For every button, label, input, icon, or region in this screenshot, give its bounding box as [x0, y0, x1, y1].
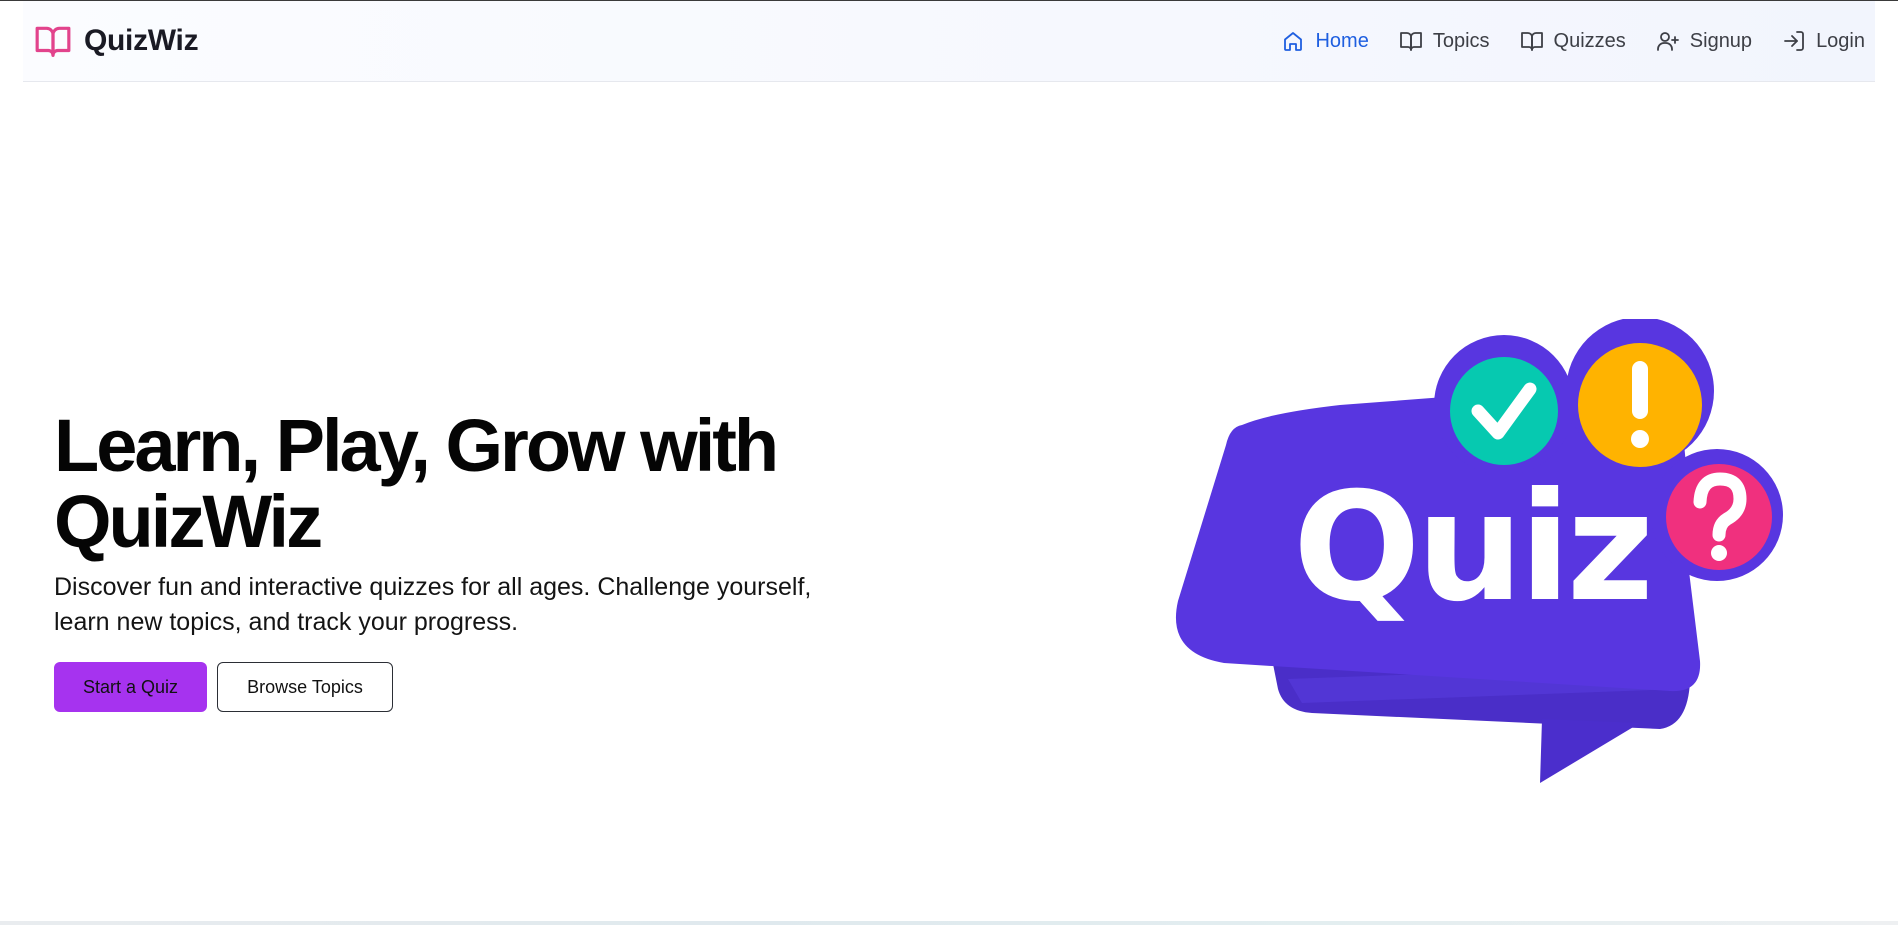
- exclamation-icon: [1632, 361, 1648, 419]
- user-plus-icon: [1656, 32, 1679, 51]
- login-arrow-icon: [1784, 31, 1804, 51]
- question-mark-dot: [1711, 545, 1727, 561]
- nav-item-label: Signup: [1689, 29, 1753, 52]
- nav-item-home[interactable]: Home: [1281, 29, 1369, 53]
- hero-title: Learn, Play, Grow with QuizWiz: [54, 404, 779, 563]
- brand-logo-link[interactable]: QuizWiz: [34, 22, 199, 60]
- open-book-icon: [1520, 32, 1543, 51]
- exclamation-dot: [1631, 430, 1649, 448]
- start-quiz-button[interactable]: Start a Quiz: [54, 662, 207, 712]
- bubble-tail-shape: [1540, 719, 1640, 783]
- nav-item-topics[interactable]: Topics: [1399, 29, 1490, 53]
- hero-subtitle: Discover fun and interactive quizzes for…: [54, 573, 812, 636]
- home-icon: [1284, 32, 1303, 51]
- open-book-icon: [1399, 32, 1422, 51]
- page-bottom-edge: [0, 921, 1898, 925]
- top-navbar: QuizWiz Home Topics Quizzes Signup Login: [23, 1, 1875, 82]
- check-badge: [1450, 357, 1558, 465]
- nav-item-label: Home: [1315, 29, 1369, 52]
- quiz-word: Quiz: [1293, 461, 1650, 635]
- hero-section: Learn, Play, Grow with QuizWiz Discover …: [54, 408, 854, 712]
- nav-item-label: Topics: [1432, 29, 1490, 52]
- main-nav: Home Topics Quizzes Signup Login: [1281, 1, 1865, 81]
- nav-item-label: Login: [1816, 29, 1865, 52]
- quiz-speech-bubble-graphic: Quiz: [1175, 317, 1783, 783]
- nav-item-quizzes[interactable]: Quizzes: [1520, 29, 1626, 53]
- open-book-icon: [35, 26, 71, 57]
- hero-actions: Start a Quiz Browse Topics: [54, 662, 854, 712]
- quiz-illustration: Quiz: [1170, 317, 1810, 789]
- nav-item-signup[interactable]: Signup: [1656, 29, 1752, 53]
- page: QuizWiz Home Topics Quizzes Signup Login…: [0, 0, 1898, 925]
- nav-item-login[interactable]: Login: [1782, 29, 1865, 53]
- browse-topics-button[interactable]: Browse Topics: [217, 662, 393, 712]
- brand-name: QuizWiz: [84, 24, 199, 57]
- nav-item-label: Quizzes: [1553, 29, 1626, 52]
